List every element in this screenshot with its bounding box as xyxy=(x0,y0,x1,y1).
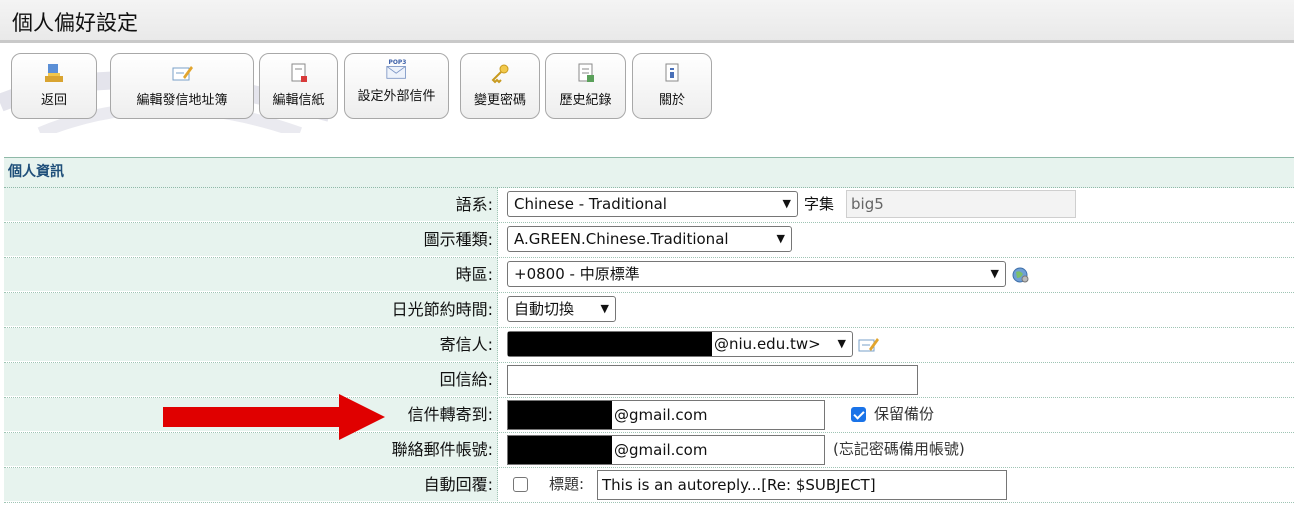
chevron-down-icon: ▼ xyxy=(837,337,846,350)
about-label: 關於 xyxy=(658,93,685,108)
contact-input-value: @gmail.com xyxy=(614,441,708,459)
chevron-down-icon: ▼ xyxy=(782,197,791,210)
sender-label: 寄信人: xyxy=(4,328,498,361)
external-mail-button[interactable]: POP3 設定外部信件 xyxy=(344,53,449,119)
stationery-icon xyxy=(291,63,307,82)
charset-field: big5 xyxy=(846,190,1076,218)
autoreply-checkbox[interactable] xyxy=(513,477,528,492)
chevron-down-icon: ▼ xyxy=(600,302,609,315)
forward-input[interactable]: @gmail.com xyxy=(507,400,825,430)
reply-to-row: 回信給: xyxy=(4,363,1294,398)
dst-select-value: 自動切換 xyxy=(514,300,575,318)
dst-label: 日光節約時間: xyxy=(4,293,498,326)
charset-label: 字集 xyxy=(804,195,835,213)
personal-info-section: 個人資訊 語系: Chinese - Traditional ▼ 字集 big5… xyxy=(4,157,1294,517)
globe-icon[interactable] xyxy=(1012,266,1030,284)
chevron-down-icon: ▼ xyxy=(776,232,785,245)
timezone-label: 時區: xyxy=(4,258,498,291)
autoreply-subject-input[interactable]: This is an autoreply...[Re: $SUBJECT] xyxy=(597,470,1007,500)
pop3-mail-icon: POP3 xyxy=(385,60,406,79)
history-button[interactable]: 歷史紀錄 xyxy=(545,53,626,119)
keep-copy-checkbox[interactable] xyxy=(851,407,866,422)
language-label: 語系: xyxy=(4,188,498,221)
section-title: 個人資訊 xyxy=(4,157,1294,188)
edit-stationery-label: 編輯信紙 xyxy=(272,93,325,108)
title-bar: 個人偏好設定 xyxy=(0,0,1294,43)
timezone-select[interactable]: +0800 - 中原標準 ▼ xyxy=(507,261,1006,287)
contact-input[interactable]: @gmail.com xyxy=(507,435,825,465)
language-select[interactable]: Chinese - Traditional ▼ xyxy=(507,191,798,217)
edit-address-book-button[interactable]: 編輯發信地址簿 xyxy=(110,53,254,119)
redacted-block xyxy=(508,401,612,429)
icon-type-label: 圖示種類: xyxy=(4,223,498,256)
chevron-down-icon: ▼ xyxy=(990,267,999,280)
icon-type-select[interactable]: A.GREEN.Chinese.Traditional ▼ xyxy=(507,226,792,252)
icon-type-select-value: A.GREEN.Chinese.Traditional xyxy=(514,230,729,248)
redacted-block xyxy=(508,332,712,356)
sender-select-value: @niu.edu.tw> xyxy=(714,335,821,353)
icon-type-row: 圖示種類: A.GREEN.Chinese.Traditional ▼ xyxy=(4,223,1294,258)
red-arrow-annotation xyxy=(163,394,385,440)
history-icon xyxy=(578,63,594,82)
sender-row: 寄信人: @niu.edu.tw> ▼ xyxy=(4,328,1294,363)
pop3-text: POP3 xyxy=(388,60,406,66)
autoreply-row: 自動回覆: 標題: This is an autoreply...[Re: $S… xyxy=(4,468,1294,503)
contact-note: (忘記密碼備用帳號) xyxy=(833,440,965,458)
keep-copy-label: 保留備份 xyxy=(874,405,935,423)
redacted-block xyxy=(508,436,612,464)
history-label: 歷史紀錄 xyxy=(559,93,612,108)
back-button[interactable]: 返回 xyxy=(11,53,97,119)
key-icon xyxy=(491,64,509,84)
language-select-value: Chinese - Traditional xyxy=(514,195,667,213)
edit-address-book-label: 編輯發信地址簿 xyxy=(136,93,228,108)
timezone-row: 時區: +0800 - 中原標準 ▼ xyxy=(4,258,1294,293)
change-password-button[interactable]: 變更密碼 xyxy=(460,53,540,119)
forward-input-value: @gmail.com xyxy=(614,406,708,424)
edit-stationery-button[interactable]: 編輯信紙 xyxy=(259,53,338,119)
external-mail-label: 設定外部信件 xyxy=(357,89,436,104)
sender-select[interactable]: @niu.edu.tw> ▼ xyxy=(507,331,853,357)
address-book-icon xyxy=(172,66,193,81)
dst-select[interactable]: 自動切換 ▼ xyxy=(507,296,616,322)
address-book-icon[interactable] xyxy=(858,336,880,354)
language-row: 語系: Chinese - Traditional ▼ 字集 big5 xyxy=(4,188,1294,223)
back-button-label: 返回 xyxy=(40,93,67,108)
autoreply-label: 自動回覆: xyxy=(4,468,498,501)
autoreply-subject-label: 標題: xyxy=(549,475,585,493)
reply-to-label: 回信給: xyxy=(4,363,498,396)
back-icon xyxy=(45,64,63,82)
timezone-select-value: +0800 - 中原標準 xyxy=(514,265,640,283)
page-title: 個人偏好設定 xyxy=(12,11,138,35)
about-icon xyxy=(665,63,679,82)
about-button[interactable]: 關於 xyxy=(632,53,712,119)
change-password-label: 變更密碼 xyxy=(473,93,526,108)
toolbar: 返回 編輯發信地址簿 編輯信紙 POP3 設定外部信件 變更密碼 歷史紀錄 關於 xyxy=(0,43,1294,133)
dst-row: 日光節約時間: 自動切換 ▼ xyxy=(4,293,1294,328)
reply-to-input[interactable] xyxy=(507,365,918,395)
